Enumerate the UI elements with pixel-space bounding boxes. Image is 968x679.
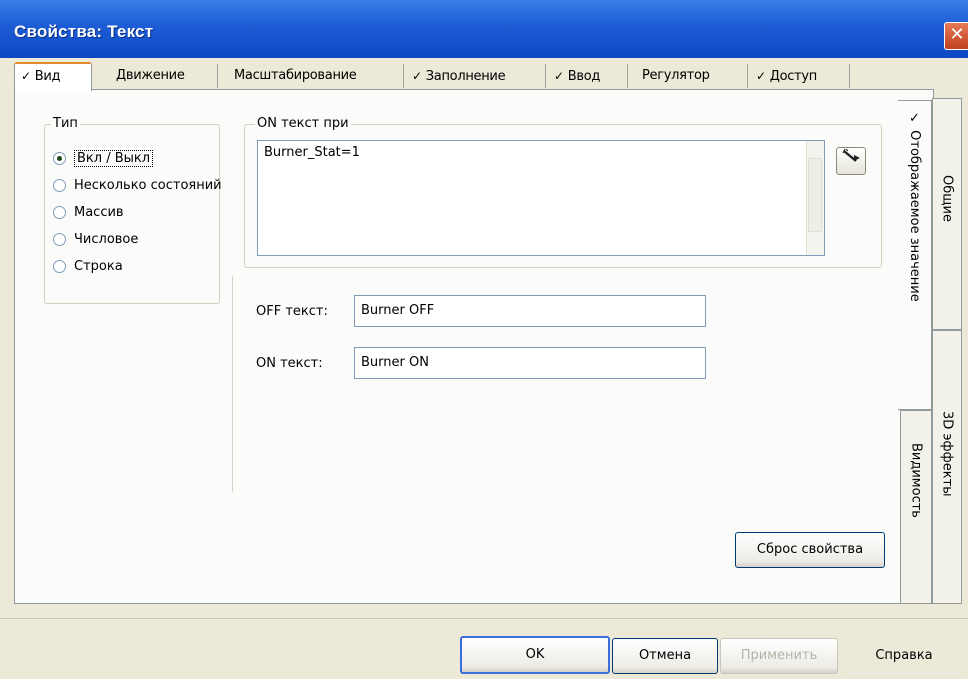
expression-wizard-button[interactable] (836, 147, 866, 175)
radio-array[interactable]: Массив (53, 201, 124, 223)
reset-properties-button[interactable]: Сброс свойства (735, 532, 885, 568)
radio-button[interactable] (53, 232, 66, 246)
tab-scaling[interactable]: Масштабирование (228, 64, 404, 88)
tab-regulator[interactable]: Регулятор (636, 64, 748, 88)
on-text-input[interactable]: Burner ON (354, 347, 706, 379)
checkmark-icon: ✓ (412, 69, 422, 83)
side-tab-general[interactable]: Общие (932, 98, 962, 330)
radio-multistate[interactable]: Несколько состояний (53, 174, 222, 196)
radio-numeric[interactable]: Числовое (53, 228, 138, 250)
radio-button[interactable] (53, 205, 66, 219)
checkmark-icon: ✓ (554, 69, 564, 83)
tab-fill[interactable]: ✓ Заполнение (406, 64, 546, 88)
tab-input[interactable]: ✓ Ввод (548, 64, 628, 88)
vertical-scrollbar[interactable] (806, 141, 824, 255)
title-bar[interactable]: Свойства: Текст ✕ (0, 0, 968, 58)
expression-text: Burner_Stat=1 (264, 145, 360, 160)
tab-motion[interactable]: Движение (110, 64, 218, 88)
radio-on-off[interactable]: Вкл / Выкл (53, 147, 154, 169)
side-tab-3d-effects[interactable]: 3D эффекты (932, 330, 962, 604)
divider (0, 618, 968, 619)
window-title: Свойства: Текст (14, 22, 154, 41)
radio-button[interactable] (53, 259, 66, 273)
radio-button-checked[interactable] (53, 151, 66, 165)
cancel-button[interactable]: Отмена (612, 638, 718, 674)
side-tab-visibility[interactable]: Видимость (900, 410, 932, 604)
close-button[interactable]: ✕ (944, 22, 968, 50)
help-button[interactable]: Справка (848, 638, 960, 674)
off-text-input[interactable]: Burner OFF (354, 295, 706, 327)
side-tab-display-value[interactable]: ✓ Отображаемое значение (898, 100, 932, 410)
tab-strip: ✓ Вид Движение Масштабирование ✓ Заполнени… (14, 62, 854, 91)
tab-view[interactable]: ✓ Вид (14, 62, 92, 91)
tab-access[interactable]: ✓ Доступ (750, 64, 850, 88)
ok-button[interactable]: OK (460, 636, 610, 674)
scrollbar-thumb[interactable] (808, 158, 822, 232)
checkmark-icon: ✓ (21, 69, 31, 83)
on-condition-expression-input[interactable]: Burner_Stat=1 (257, 140, 825, 256)
checkmark-icon: ✓ (756, 69, 766, 83)
type-group: Тип Вкл / Выкл Несколько состояний Масси… (44, 116, 222, 304)
off-text-label: OFF текст: (256, 304, 328, 319)
apply-button[interactable]: Применить (720, 638, 838, 674)
on-text-label: ON текст: (256, 356, 323, 371)
divider (232, 276, 233, 492)
magic-wand-icon (841, 148, 861, 170)
radio-string[interactable]: Строка (53, 255, 123, 277)
on-text-when-legend: ON текст при (255, 116, 351, 131)
properties-window: Свойства: Текст ✕ ✓ Вид Движение Масштаби… (0, 0, 968, 679)
radio-button[interactable] (53, 178, 66, 192)
type-group-legend: Тип (51, 116, 80, 131)
